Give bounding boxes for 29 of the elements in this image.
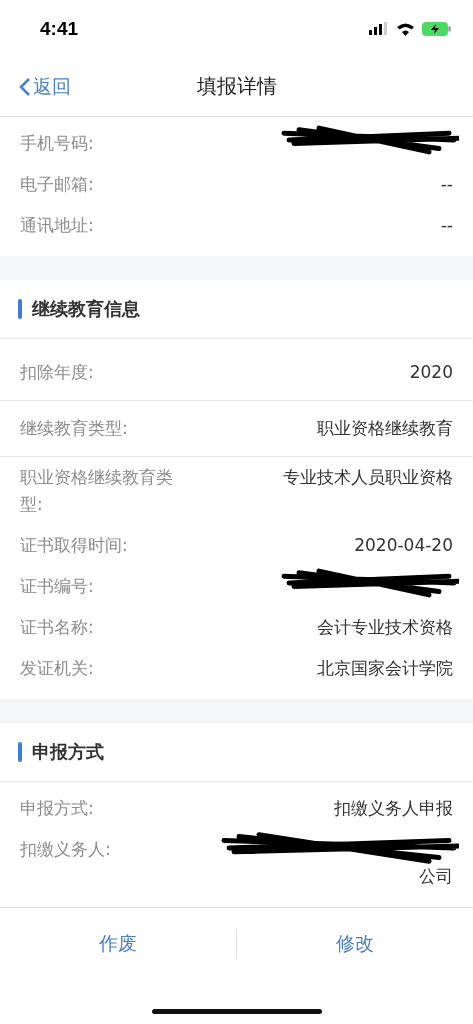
field-value: 北京国家会计学院 [317,657,453,680]
status-time: 4:41 [40,17,79,40]
field-value: 公司 [419,865,453,888]
field-label: 证书取得时间: [20,534,129,557]
field-value: 专业技术人员职业资格 [283,466,453,489]
field-value: 职业资格继续教育 [317,417,453,440]
field-label: 证书编号: [20,575,95,598]
field-label: 扣缴义务人: [20,838,112,861]
section-title: 申报方式 [32,740,104,764]
field-value: 会计专业技术资格 [317,616,453,639]
field-label: 手机号码: [20,132,95,155]
action-button[interactable]: 作废 [0,923,236,965]
field-label: 电子邮箱: [20,173,95,196]
field-label: 通讯地址: [20,214,95,237]
field-label: 扣除年度: [20,361,95,384]
field-label: 继续教育类型: [20,417,129,440]
back-button[interactable]: 返回 [0,73,71,100]
section-title: 继续教育信息 [32,297,140,321]
field-value: -- [440,214,453,237]
field-label: 证书名称: [20,616,95,639]
field-label: 职业资格继续教育类型: [20,466,174,516]
field-value: 扣缴义务人申报 [334,797,453,820]
field-label: 申报方式: [20,797,95,820]
field-value: -- [440,173,453,196]
field-value: 2020 [409,361,453,384]
field-value: 2020-04-20 [354,534,453,557]
page-title: 填报详情 [196,73,277,100]
action-button[interactable]: 修改 [237,923,473,965]
field-label: 发证机关: [20,657,95,680]
